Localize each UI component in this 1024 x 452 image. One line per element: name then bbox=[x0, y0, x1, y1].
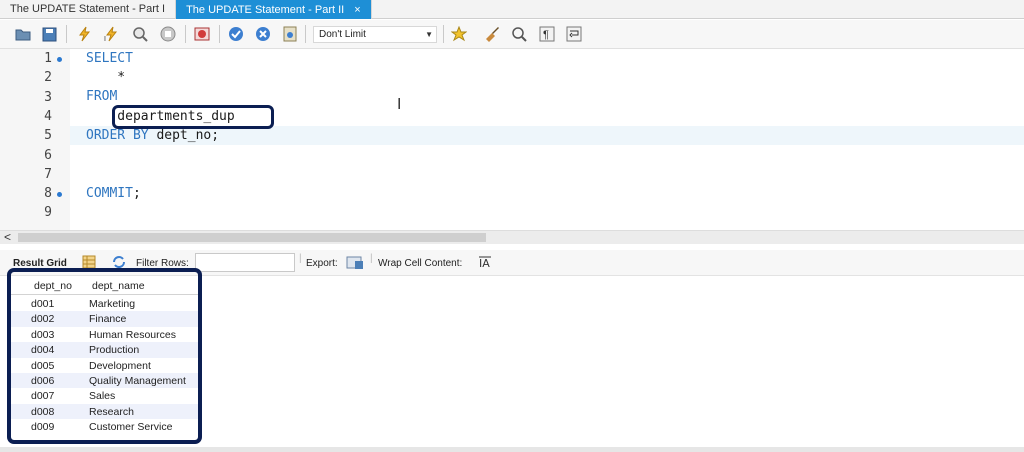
tab-update-part-1[interactable]: The UPDATE Statement - Part I bbox=[0, 0, 177, 19]
editor-horizontal-scrollbar[interactable]: < bbox=[0, 230, 1024, 244]
stop-icon[interactable] bbox=[159, 25, 177, 43]
scrollbar-thumb[interactable] bbox=[18, 233, 486, 242]
hand-drawn-highlight-results bbox=[7, 268, 202, 444]
save-icon[interactable] bbox=[40, 25, 58, 43]
code-line-1: SELECT bbox=[86, 51, 133, 66]
svg-text:I: I bbox=[104, 36, 106, 42]
editor-tab-bar: The UPDATE Statement - Part I The UPDATE… bbox=[0, 0, 1024, 19]
code-line-8: COMMIT; bbox=[86, 186, 141, 201]
order-by-keyword: ORDER BY bbox=[86, 128, 149, 143]
export-label: Export: bbox=[306, 258, 338, 269]
rollback-icon[interactable] bbox=[254, 25, 272, 43]
line-number: 9 bbox=[44, 205, 52, 221]
sql-editor[interactable]: SELECT * FROM departments_dup ORDER BY d… bbox=[70, 49, 1024, 230]
line-number: 1 bbox=[44, 51, 52, 66]
code-line-3: FROM bbox=[86, 89, 118, 104]
line-number: 5 bbox=[44, 128, 52, 144]
dropdown-arrow-icon: ▼ bbox=[425, 30, 433, 39]
line-number: 3 bbox=[44, 89, 52, 105]
wrap-cell-icon[interactable]: IA bbox=[478, 255, 492, 272]
execute-icon[interactable] bbox=[76, 25, 94, 43]
scroll-left-icon[interactable]: < bbox=[4, 230, 11, 244]
line-number: 2 bbox=[44, 70, 52, 86]
toolbar-divider: | bbox=[370, 253, 373, 264]
execute-current-icon[interactable]: I bbox=[103, 25, 121, 43]
code-line-5: ORDER BY dept_no; bbox=[86, 128, 219, 143]
toolbar-separator bbox=[305, 25, 306, 43]
limit-rows-value: Don't Limit bbox=[319, 29, 366, 40]
line-number: 4 bbox=[44, 108, 52, 124]
tab-update-part-2[interactable]: The UPDATE Statement - Part II × bbox=[176, 0, 372, 19]
toolbar-separator bbox=[219, 25, 220, 43]
text-cursor-icon: I bbox=[397, 95, 402, 113]
limit-rows-select[interactable]: Don't Limit ▼ bbox=[313, 26, 437, 43]
find-icon[interactable] bbox=[510, 25, 528, 43]
toolbar-divider: | bbox=[299, 253, 302, 264]
explain-icon[interactable] bbox=[131, 25, 149, 43]
order-by-column: dept_no; bbox=[148, 128, 220, 143]
tab-label: The UPDATE Statement - Part I bbox=[10, 3, 166, 15]
hand-drawn-highlight-table bbox=[112, 105, 274, 129]
autocommit-icon[interactable] bbox=[281, 25, 299, 43]
export-icon[interactable] bbox=[346, 255, 364, 273]
statement-terminator: ; bbox=[132, 186, 141, 201]
commit-icon[interactable] bbox=[227, 25, 245, 43]
tab-label: The UPDATE Statement - Part II bbox=[186, 3, 345, 16]
toolbar-separator bbox=[185, 25, 186, 43]
query-toolbar: I Don't Limit ▼ ¶ bbox=[0, 20, 1024, 49]
beautify-icon[interactable] bbox=[450, 25, 468, 43]
line-number: 6 bbox=[44, 147, 52, 163]
wrap-cell-label: Wrap Cell Content: bbox=[378, 258, 463, 269]
statement-marker-icon bbox=[57, 57, 62, 62]
svg-text:IA: IA bbox=[479, 257, 490, 269]
wrap-icon[interactable] bbox=[565, 25, 583, 43]
error-toggle-icon[interactable] bbox=[193, 25, 211, 43]
line-number: 7 bbox=[44, 166, 52, 182]
invisible-chars-icon[interactable]: ¶ bbox=[538, 25, 556, 43]
toolbar-separator bbox=[443, 25, 444, 43]
code-line-2: * bbox=[86, 70, 126, 85]
svg-text:¶: ¶ bbox=[543, 29, 549, 41]
commit-keyword: COMMIT bbox=[86, 186, 133, 201]
status-divider bbox=[0, 447, 1024, 452]
open-folder-icon[interactable] bbox=[14, 25, 32, 43]
close-tab-icon[interactable]: × bbox=[354, 1, 360, 19]
filter-rows-input[interactable] bbox=[195, 253, 295, 272]
brush-icon[interactable] bbox=[483, 25, 501, 43]
toolbar-separator bbox=[66, 25, 67, 43]
line-number: 8 bbox=[44, 186, 52, 202]
